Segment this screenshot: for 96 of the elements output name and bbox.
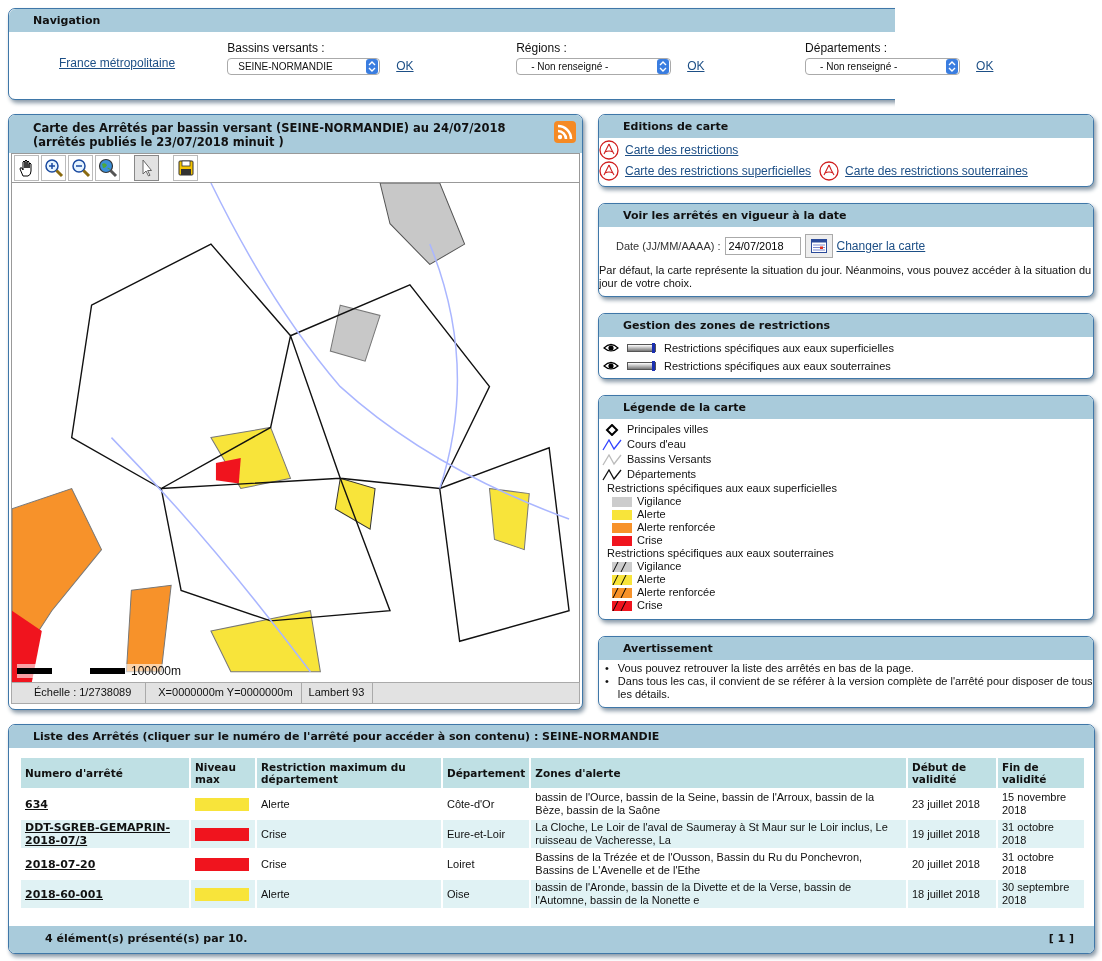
info-text: Par défaut, la carte représente la situation du jour. Néanmoins, vous pouvez accéder à la situation du jour de votre choix. xyxy=(599,264,1093,290)
stepper-icon xyxy=(657,59,670,74)
column-header: Restriction maximum du département xyxy=(257,758,441,788)
opacity-slider[interactable] xyxy=(627,344,656,352)
legend-label: Alerte xyxy=(637,508,666,521)
table-cell: Alerte xyxy=(257,880,441,908)
ok-link[interactable]: OK xyxy=(976,59,994,73)
change-map-link[interactable]: Changer la carte xyxy=(836,239,926,253)
panel-title: Navigation xyxy=(33,14,101,27)
panel-title: Editions de carte xyxy=(623,120,729,133)
table-cell-text: Alerte xyxy=(260,796,291,812)
table-cell-text: bassin de l'Ource, bassin de la Seine, bassin de l'Arroux, bassin de la Bèze, bassin de la Saône xyxy=(534,790,875,818)
eye-icon[interactable] xyxy=(603,361,619,371)
calendar-icon xyxy=(810,239,827,253)
bullet-mark: • xyxy=(605,675,609,689)
ok-link[interactable]: OK xyxy=(687,59,705,73)
column-header: Département xyxy=(443,758,530,788)
table-cell-text: 31 octobre 2018 xyxy=(1001,850,1055,878)
date-label: Date (JJ/MM/AAAA) : xyxy=(616,240,721,252)
table-cell: Eure-et-Loir xyxy=(443,820,530,848)
zoom-in-icon xyxy=(43,158,64,178)
pdf-link[interactable]: Carte des restrictions souterraines xyxy=(845,164,1028,178)
table-cell: 31 octobre 2018 xyxy=(998,820,1084,848)
legend-label: Alerte renforcée xyxy=(637,521,716,534)
map-tool-button[interactable] xyxy=(95,155,120,181)
dropdown[interactable]: - Non renseigné - xyxy=(805,58,961,75)
decree-link[interactable]: 634 xyxy=(25,797,185,811)
column-header: Niveau max xyxy=(191,758,255,788)
legend-label: Alerte renforcée xyxy=(637,586,716,599)
dropdown[interactable]: SEINE-NORMANDIE xyxy=(227,58,381,75)
panel-title: Liste des Arrêtés (cliquer sur le numéro de l'arrêté pour accéder à son contenu) : SEINE-NORMANDIE xyxy=(33,730,660,743)
table-cell: La Cloche, Le Loir de l'aval de Saumeray à St Maur sur le Loir inclus, Le ruisseau de Vacheresse, La xyxy=(531,820,906,848)
table-cell: bassin de l'Aronde, bassin de la Divette et de la Verse, bassin de l'Automne, bassin de la Nonette e xyxy=(531,880,906,908)
pdf-link[interactable]: Carte des restrictions xyxy=(625,143,739,157)
opacity-slider[interactable] xyxy=(627,362,656,370)
legend-group-label: Restrictions spécifiques aux eaux souterraines xyxy=(606,547,835,560)
table-cell-text: Bassins de la Trézée et de l'Ousson, Bassin du Ru du Ponchevron, Bassins de L'Avenelle et de l'Ethe xyxy=(534,850,864,878)
decree-link[interactable]: 2018-07-20 xyxy=(25,857,185,871)
date-field[interactable]: 24/07/2018 xyxy=(724,237,801,255)
scale-label: 100000m xyxy=(131,664,182,678)
column-header: Fin de validité xyxy=(998,758,1084,788)
stepper-icon xyxy=(366,59,379,74)
ok-link[interactable]: OK xyxy=(396,59,414,73)
table-cell: 30 septembre 2018 xyxy=(998,880,1084,908)
scale-bar-icon xyxy=(17,668,127,674)
table-cell-text: Loiret xyxy=(446,856,476,872)
map-tool-button[interactable] xyxy=(173,155,198,181)
legend-group-label: Restrictions spécifiques aux eaux superficielles xyxy=(606,482,838,495)
bullet-mark: • xyxy=(605,662,609,675)
pdf-icon xyxy=(819,161,840,181)
legend-label: Crise xyxy=(637,534,663,547)
legend-label: Principales villes xyxy=(627,423,709,436)
column-header: Début de validité xyxy=(908,758,996,788)
table-cell-text: 23 juillet 2018 xyxy=(911,796,981,812)
panel-title: Voir les arrêtés en vigueur à la date xyxy=(623,209,847,222)
eye-icon[interactable] xyxy=(603,343,619,353)
panel-title: Gestion des zones de restrictions xyxy=(623,319,831,332)
warning-item: Dans tous les cas, il convient de se référer à la version complète de l'arrêté pour disposer de tous les détails. xyxy=(617,675,1093,701)
table-cell: Oise xyxy=(443,880,530,908)
legend-label: Alerte xyxy=(637,573,666,586)
select-label: Bassins versants : xyxy=(227,41,326,55)
table-cell: 18 juillet 2018 xyxy=(908,880,996,908)
panel-title: Carte des Arrêtés par bassin versant (SEINE-NORMANDIE) au 24/07/2018 (arrêtés publiés le 23/07/2018 minuit ) xyxy=(33,121,507,149)
dropdown[interactable]: - Non renseigné - xyxy=(516,58,672,75)
column-header: Numero d'arrêté xyxy=(21,758,189,788)
globe-magnifier-icon xyxy=(97,158,118,178)
legend-label: Crise xyxy=(637,599,663,612)
warning-item: Vous pouvez retrouver la liste des arrêtés en bas de la page. xyxy=(617,662,914,675)
legend-label: Vigilance xyxy=(637,560,682,573)
legend-label: Vigilance xyxy=(637,495,682,508)
table-cell: 19 juillet 2018 xyxy=(908,820,996,848)
calendar-button[interactable] xyxy=(804,234,833,258)
stepper-icon xyxy=(946,59,959,74)
map-tool-button[interactable] xyxy=(68,155,93,181)
map-tool-button[interactable] xyxy=(14,155,39,181)
table-cell-text: Côte-d'Or xyxy=(446,796,496,812)
panel-title: Avertissement xyxy=(623,642,713,655)
layer-label: Restrictions spécifiques aux eaux souterraines xyxy=(664,360,891,372)
region-link[interactable]: France métropolitaine xyxy=(59,56,228,70)
table-cell: Crise xyxy=(257,820,441,848)
legend-label: Départements xyxy=(627,468,697,481)
table-cell-text: 20 juillet 2018 xyxy=(911,856,981,872)
table-cell-text: 15 novembre 2018 xyxy=(1001,790,1068,818)
zoom-out-icon xyxy=(70,158,91,178)
select-label: Départements : xyxy=(805,41,889,55)
legend-label: Cours d'eau xyxy=(627,438,686,451)
column-header: Zones d'alerte xyxy=(531,758,906,788)
table-cell-text: Crise xyxy=(260,856,288,872)
pager[interactable]: [ 1 ] xyxy=(1048,932,1074,945)
map-tool-button[interactable] xyxy=(41,155,66,181)
layer-label: Restrictions spécifiques aux eaux superficielles xyxy=(664,342,894,354)
legend-label: Bassins Versants xyxy=(627,453,712,466)
panel-title: Légende de la carte xyxy=(623,401,747,414)
select-label: Régions : xyxy=(516,41,568,55)
count-text: 4 élément(s) présenté(s) par 10. xyxy=(45,932,248,945)
pdf-link[interactable]: Carte des restrictions superficielles xyxy=(625,164,812,178)
